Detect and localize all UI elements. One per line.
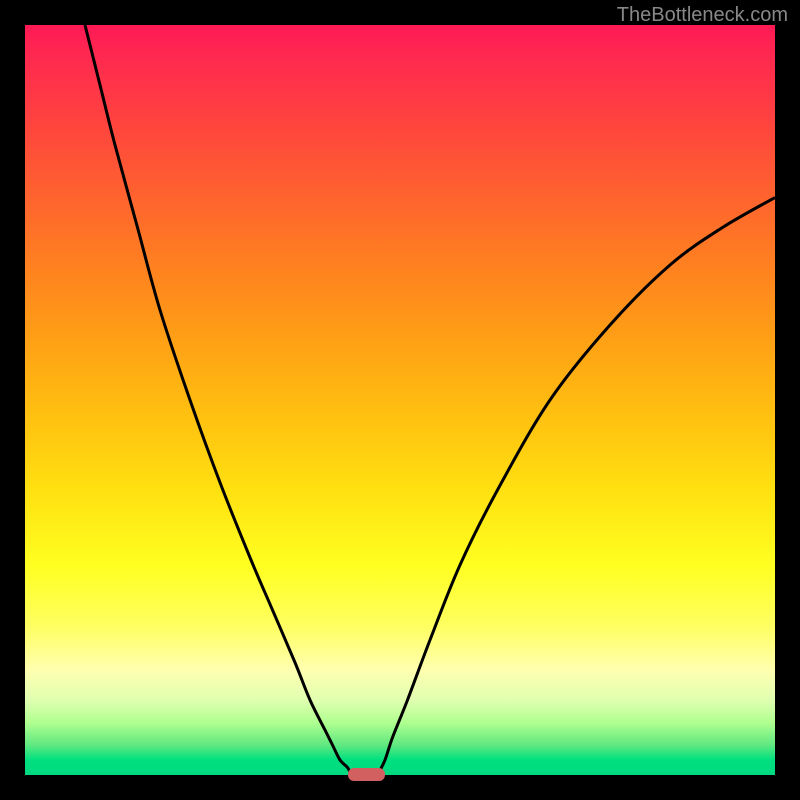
optimal-marker xyxy=(348,768,386,781)
right-curve-path xyxy=(378,198,776,776)
watermark-text: TheBottleneck.com xyxy=(617,4,788,27)
chart-curves-svg xyxy=(25,25,775,775)
left-curve-path xyxy=(85,25,351,775)
